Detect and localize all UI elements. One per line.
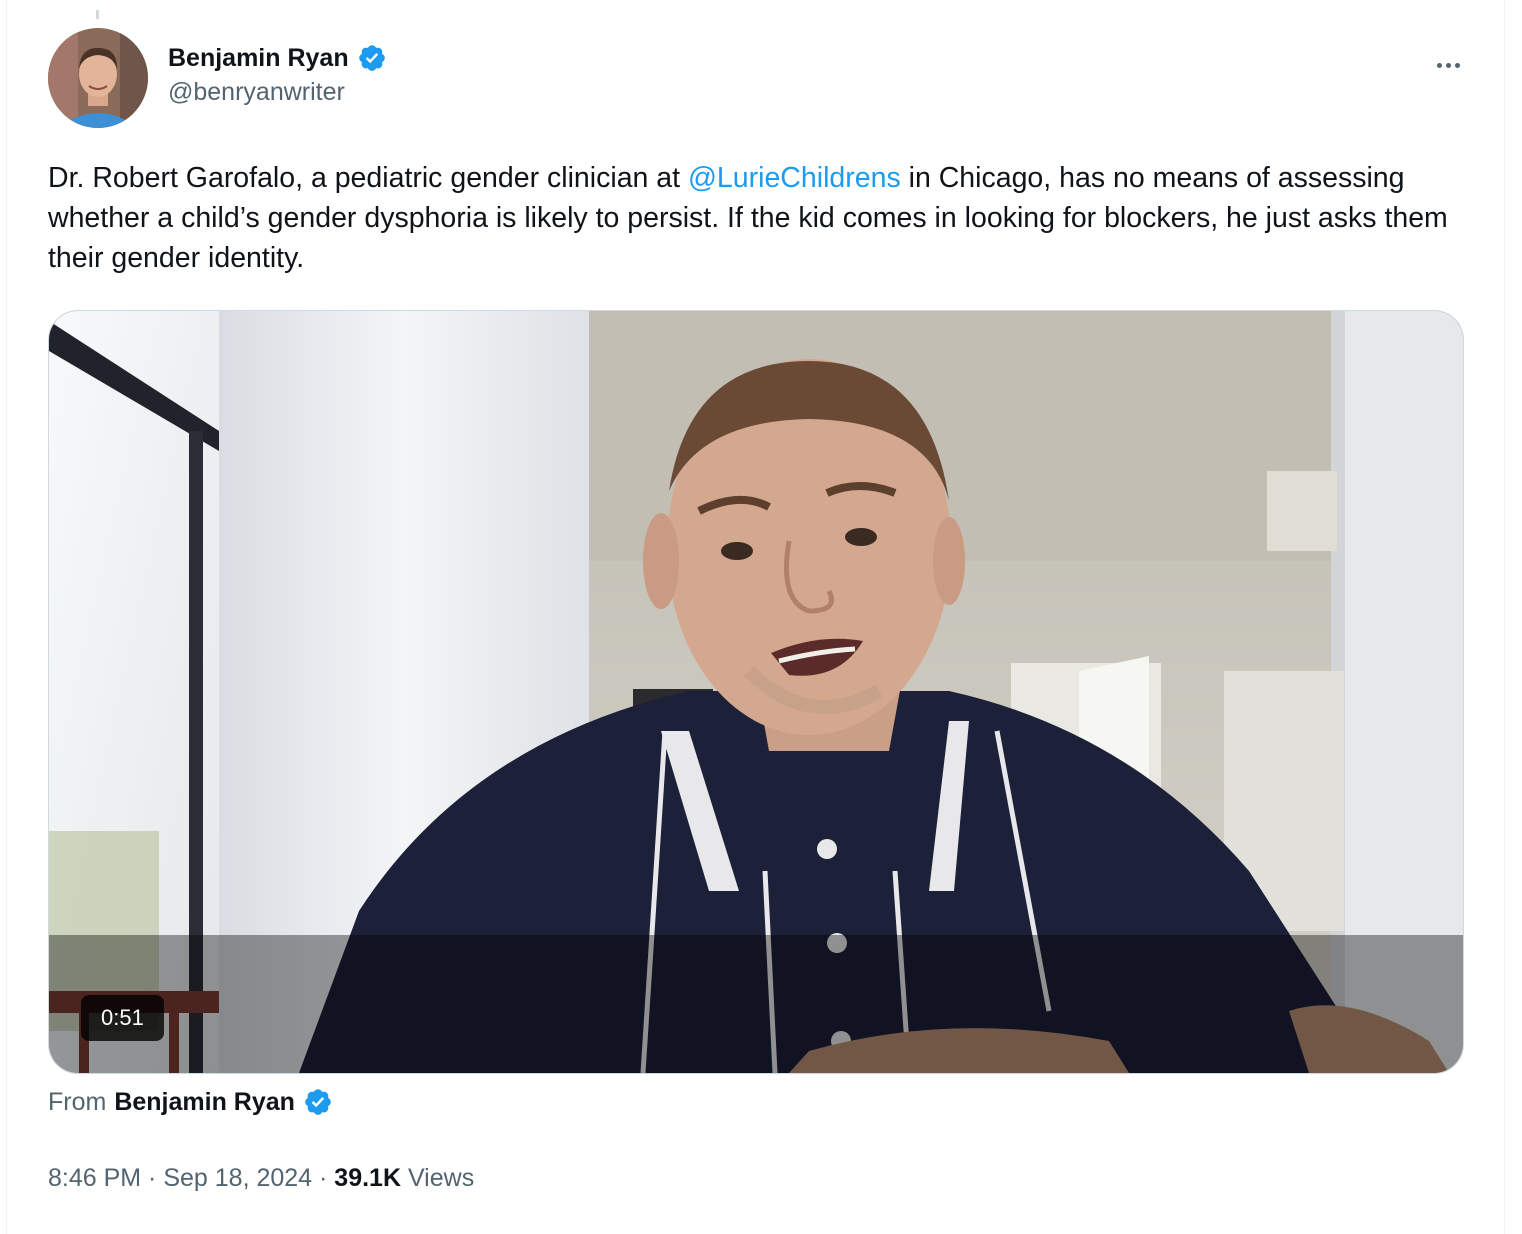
video-controls-bar[interactable] bbox=[49, 935, 1463, 1073]
mention-link[interactable]: @LurieChildrens bbox=[688, 162, 901, 194]
author-avatar[interactable] bbox=[48, 28, 148, 128]
more-options-icon-dot bbox=[1454, 62, 1460, 68]
video-duration-badge: 0:51 bbox=[81, 995, 164, 1041]
more-options-icon bbox=[1436, 62, 1442, 68]
tweet-text-start: Dr. Robert Garofalo, a pediatric gender … bbox=[48, 162, 688, 194]
author-name[interactable]: Benjamin Ryan bbox=[168, 44, 349, 73]
tweet-meta-row: 8:46 PM · Sep 18, 2024 · 39.1K Views bbox=[48, 1162, 474, 1194]
video-source-row: From Benjamin Ryan bbox=[48, 1086, 333, 1118]
meta-separator: · bbox=[312, 1163, 335, 1192]
views-label: Views bbox=[401, 1163, 475, 1192]
author-handle[interactable]: @benryanwriter bbox=[168, 78, 345, 107]
left-border bbox=[6, 0, 7, 1234]
meta-separator: · bbox=[141, 1163, 164, 1192]
thread-connector bbox=[96, 10, 99, 19]
tweet-date[interactable]: Sep 18, 2024 bbox=[163, 1164, 312, 1193]
author-name-row[interactable]: Benjamin Ryan bbox=[168, 42, 387, 74]
from-label: From bbox=[48, 1087, 107, 1116]
more-options-button[interactable] bbox=[1428, 50, 1468, 80]
tweet-text: Dr. Robert Garofalo, a pediatric gender … bbox=[48, 158, 1468, 278]
tweet-time[interactable]: 8:46 PM bbox=[48, 1164, 141, 1193]
verified-badge-icon bbox=[358, 45, 385, 71]
views-count[interactable]: 39.1K bbox=[334, 1164, 401, 1193]
video-player[interactable]: 0:51 bbox=[48, 310, 1464, 1074]
verified-badge-icon bbox=[305, 1089, 331, 1115]
more-options-icon-dot bbox=[1445, 62, 1451, 68]
source-author-name[interactable]: Benjamin Ryan bbox=[114, 1088, 295, 1117]
right-border bbox=[1504, 0, 1505, 1234]
